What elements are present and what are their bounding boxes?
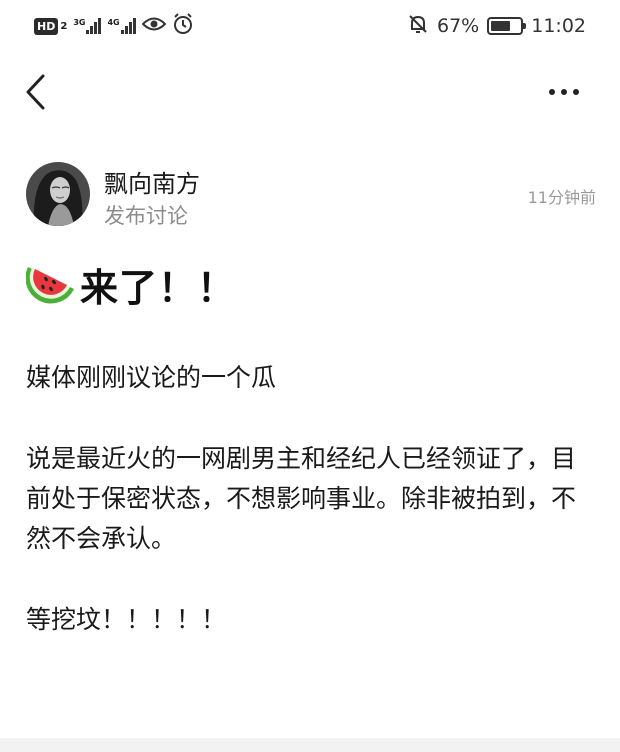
eye-icon bbox=[141, 16, 167, 36]
more-button[interactable] bbox=[542, 76, 586, 108]
hd-icon: HD 2 bbox=[34, 17, 68, 35]
hd-label: HD bbox=[34, 17, 59, 35]
signal-icon: 4G bbox=[107, 18, 136, 34]
author-name[interactable]: 飘向南方 bbox=[104, 164, 200, 199]
watermelon-icon bbox=[25, 259, 76, 309]
clock: 11:02 bbox=[531, 15, 586, 37]
post-paragraph: 等挖坟！！！！！ bbox=[26, 605, 227, 634]
post-time: 11分钟前 bbox=[527, 188, 596, 207]
network-label: 3G bbox=[73, 18, 86, 27]
more-dots-icon bbox=[549, 89, 579, 95]
post-title-text: 来了！！ bbox=[80, 265, 237, 310]
top-nav bbox=[0, 62, 620, 122]
network-label: 4G bbox=[107, 18, 120, 27]
status-right: 67% 11:02 bbox=[407, 12, 586, 40]
post-body: 媒体刚刚议论的一个瓜 说是最近火的一网剧男主和经纪人已经领证了，目前处于保密状态… bbox=[26, 358, 598, 681]
post-paragraph: 媒体刚刚议论的一个瓜 bbox=[26, 363, 277, 392]
post-paragraph: 说是最近火的一网剧男主和经纪人已经领证了，目前处于保密状态，不想影响事业。除非被… bbox=[26, 444, 577, 553]
avatar[interactable] bbox=[26, 162, 90, 226]
status-left: HD 2 3G 4G bbox=[34, 13, 194, 39]
battery-icon bbox=[487, 17, 527, 35]
status-bar: HD 2 3G 4G 67% 11:02 bbox=[0, 0, 620, 52]
battery-percent: 67% bbox=[437, 15, 480, 37]
back-button[interactable] bbox=[18, 72, 54, 112]
chevron-left-icon bbox=[26, 74, 45, 110]
bottom-divider bbox=[0, 738, 620, 752]
post-title: 来了！！ bbox=[25, 256, 237, 312]
author-row: 飘向南方 发布讨论 11分钟前 bbox=[26, 162, 596, 230]
bell-muted-icon bbox=[407, 13, 429, 39]
author-action: 发布讨论 bbox=[104, 204, 188, 228]
alarm-icon bbox=[172, 13, 194, 39]
signal-icon: 3G bbox=[73, 18, 102, 34]
hd-sub-label: 2 bbox=[60, 20, 68, 32]
